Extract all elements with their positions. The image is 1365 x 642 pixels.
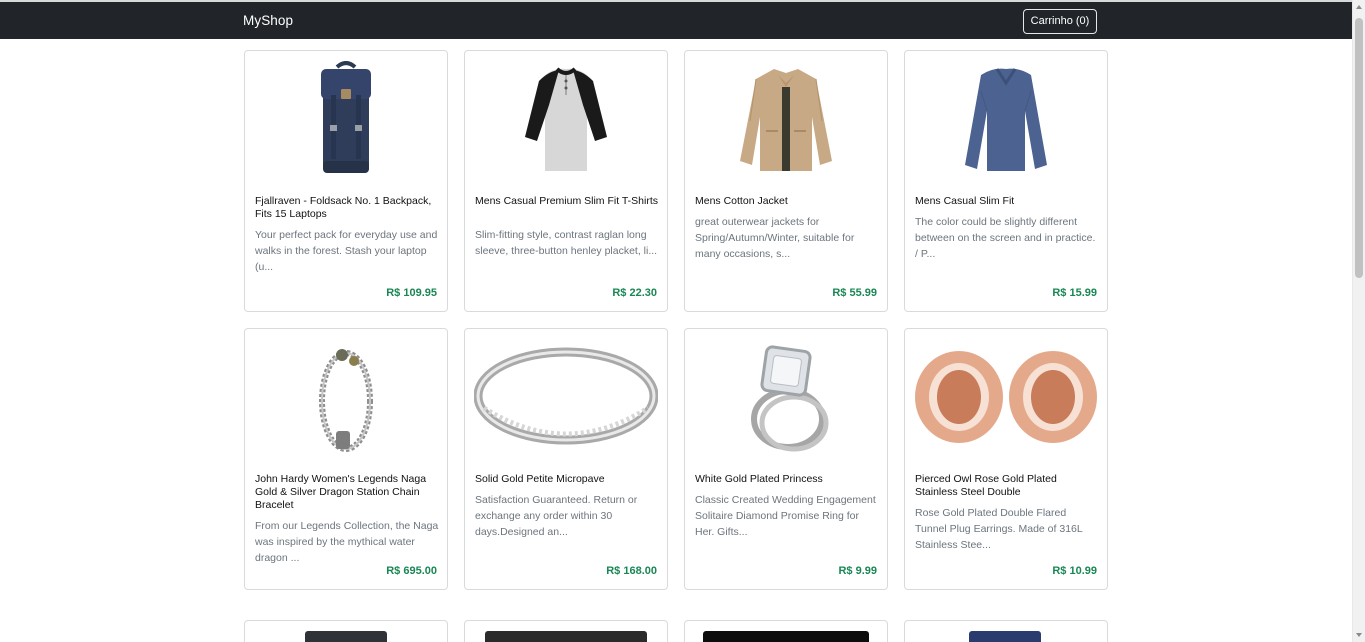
product-title: John Hardy Women's Legends Naga Gold & S… — [255, 473, 427, 511]
plug-earrings-image — [915, 351, 1097, 443]
jacket-image — [740, 69, 832, 171]
product-price: R$ 22.30 — [612, 287, 657, 299]
product-image-partial — [485, 631, 647, 642]
product-description: great outerwear jackets for Spring/Autum… — [695, 216, 855, 260]
product-title: White Gold Plated Princess — [695, 473, 823, 485]
diamond-ring-image — [751, 345, 829, 452]
product-card[interactable]: John Hardy Women's Legends Naga Gold & S… — [244, 328, 448, 590]
product-title: Mens Casual Slim Fit — [915, 195, 1015, 207]
product-description: Slim-fitting style, contrast raglan long… — [475, 229, 658, 257]
product-image-long-sleeve-shirt — [905, 59, 1107, 179]
scroll-down-arrow-icon[interactable] — [1356, 633, 1362, 637]
product-title: Mens Cotton Jacket — [695, 195, 788, 207]
product-title: Solid Gold Petite Micropave — [475, 473, 605, 485]
product-card[interactable]: White Gold Plated Princess Classic Creat… — [684, 328, 888, 590]
long-sleeve-shirt-image — [965, 68, 1047, 171]
product-description: Satisfaction Guaranteed. Return or excha… — [475, 494, 638, 538]
product-image-ring-band — [465, 337, 667, 457]
shirt-image — [525, 67, 607, 171]
product-title: Pierced Owl Rose Gold Plated Stainless S… — [915, 473, 1057, 498]
product-card[interactable]: Solid Gold Petite Micropave Satisfaction… — [464, 328, 668, 590]
backpack-image — [321, 61, 371, 173]
product-title: Fjallraven - Foldsack No. 1 Backpack, Fi… — [255, 195, 432, 220]
ring-band-image — [474, 347, 658, 445]
product-image-partial — [969, 631, 1041, 642]
product-price: R$ 15.99 — [1052, 287, 1097, 299]
product-price: R$ 9.99 — [838, 565, 877, 577]
product-card-partial[interactable] — [244, 620, 448, 642]
navbar: MyShop Carrinho (0) — [0, 2, 1352, 39]
bracelet-image — [319, 349, 373, 452]
product-card[interactable]: Mens Casual Premium Slim Fit T-Shirts Sl… — [464, 50, 668, 312]
product-image-jacket — [685, 59, 887, 179]
product-card[interactable]: Mens Casual Slim Fit The color could be … — [904, 50, 1108, 312]
product-card[interactable]: Fjallraven - Foldsack No. 1 Backpack, Fi… — [244, 50, 448, 312]
product-card-partial[interactable] — [684, 620, 888, 642]
product-image-partial — [703, 631, 869, 642]
product-card-partial[interactable] — [904, 620, 1108, 642]
product-price: R$ 10.99 — [1052, 565, 1097, 577]
page-scrollbar[interactable] — [1352, 0, 1365, 642]
product-price: R$ 695.00 — [386, 565, 437, 577]
product-image-backpack — [245, 59, 447, 179]
product-card[interactable]: Mens Cotton Jacket great outerwear jacke… — [684, 50, 888, 312]
product-price: R$ 55.99 — [832, 287, 877, 299]
product-description: From our Legends Collection, the Naga wa… — [255, 520, 439, 564]
product-card-partial[interactable] — [464, 620, 668, 642]
product-image-bracelet — [245, 337, 447, 457]
product-card[interactable]: Pierced Owl Rose Gold Plated Stainless S… — [904, 328, 1108, 590]
product-description: Classic Created Wedding Engagement Solit… — [695, 494, 876, 538]
product-image-raglan-shirt — [465, 59, 667, 179]
scroll-up-arrow-icon[interactable] — [1356, 5, 1362, 9]
product-image-partial — [305, 631, 387, 642]
product-description: Rose Gold Plated Double Flared Tunnel Pl… — [915, 507, 1083, 551]
product-price: R$ 168.00 — [606, 565, 657, 577]
product-image-plug-earrings — [905, 337, 1107, 457]
product-description: The color could be slightly different be… — [915, 216, 1096, 260]
cart-button[interactable]: Carrinho (0) — [1023, 9, 1097, 34]
scroll-thumb[interactable] — [1355, 18, 1363, 278]
product-description: Your perfect pack for everyday use and w… — [255, 229, 438, 273]
product-image-diamond-ring — [685, 337, 887, 457]
product-price: R$ 109.95 — [386, 287, 437, 299]
product-title: Mens Casual Premium Slim Fit T-Shirts — [475, 195, 659, 207]
brand-logo[interactable]: MyShop — [243, 13, 293, 28]
